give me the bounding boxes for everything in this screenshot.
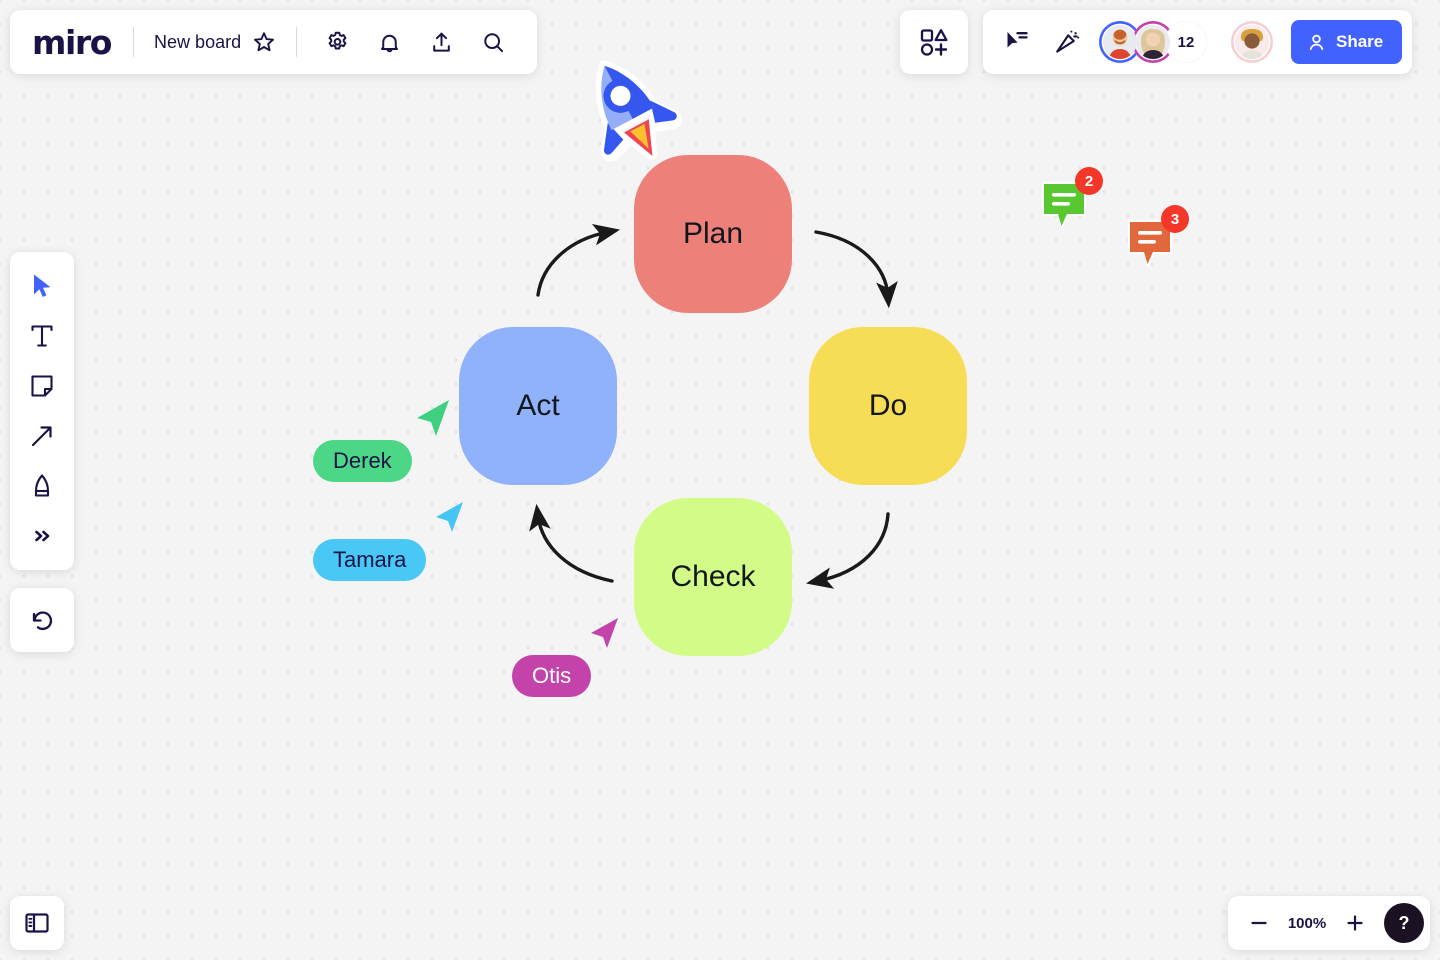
rocket-sticker[interactable] [568,50,688,175]
undo-arrow-icon [32,611,53,631]
board-canvas[interactable]: Plan Do Check Act Derek Tamara Otis 2 3 … [0,0,1440,960]
pen-icon [34,474,50,497]
tool-sticky-note[interactable] [18,362,66,410]
search-icon[interactable] [471,20,515,64]
arrow-plan-to-do [814,230,898,309]
node-do-label: Do [868,389,908,422]
gear-icon[interactable] [315,20,359,64]
upload-icon[interactable] [419,20,463,64]
avatar-current-user[interactable] [1231,21,1273,63]
tool-pen[interactable] [18,462,66,510]
bell-icon[interactable] [367,20,411,64]
left-toolbar [10,252,74,570]
zoom-level-label[interactable]: 100% [1284,915,1330,932]
share-button[interactable]: Share [1291,20,1403,64]
header-icon-group [297,20,515,64]
chevrons-right-icon [35,530,50,542]
node-plan[interactable]: Plan [634,155,792,313]
tool-more[interactable] [18,512,66,560]
comment-pin-green[interactable]: 2 [1038,167,1103,239]
miro-logo[interactable]: miro [32,26,133,59]
arrow-act-to-plan [536,224,621,297]
question-mark-icon: ? [1398,912,1410,933]
person-icon [1306,32,1327,53]
apps-shapes-plus-icon [920,29,948,56]
share-button-label: Share [1336,32,1384,51]
board-name[interactable]: New board [154,32,241,53]
rocket-icon [595,60,682,162]
text-t-icon [31,325,53,347]
overflow-count-label: 12 [1165,21,1207,63]
cursor-icon [34,274,51,297]
name-tag-tamara: Tamara [313,539,427,581]
header-bar: miro New board [10,10,538,74]
cursor-otis [591,618,618,648]
comment-count-badge-green: 2 [1075,167,1103,195]
avatar-image [1235,25,1269,59]
node-do[interactable]: Do [809,327,967,485]
sticky-note-icon [31,375,53,397]
name-tag-tamara-label: Tamara [333,547,407,572]
panel-layout-icon [25,913,49,933]
undo-button[interactable] [10,588,74,652]
avatar-participant-1[interactable] [1099,21,1141,63]
node-check-label: Check [670,560,756,593]
cursor-derek [417,400,449,436]
zoom-out-button[interactable] [1242,906,1276,940]
zoom-controls: 100% ? [1228,896,1430,950]
collaboration-panel: 12 Share [983,10,1413,74]
plus-icon [1347,915,1363,931]
cursor-tamara [436,502,463,532]
avatar-overflow-count[interactable]: 12 [1165,21,1207,63]
name-tag-derek: Derek [313,440,412,482]
name-tag-otis-label: Otis [532,663,572,688]
minus-icon [1251,921,1267,925]
apps-button[interactable] [900,10,968,74]
tool-text[interactable] [18,312,66,360]
node-plan-label: Plan [682,217,744,250]
participant-avatar-stack: 12 [1099,21,1207,63]
tool-select-cursor[interactable] [18,262,66,310]
zoom-in-button[interactable] [1338,906,1372,940]
avatar-image [1103,25,1137,59]
comment-pin-orange[interactable]: 3 [1124,205,1189,277]
favorite-star-icon[interactable] [252,30,276,54]
arrow-check-to-act [529,503,614,583]
connector-arrows-layer [529,224,898,589]
sidebar-toggle-button[interactable] [10,896,64,950]
board-name-group[interactable]: New board [134,30,296,54]
comment-count-badge-orange: 3 [1161,205,1189,233]
node-check[interactable]: Check [634,498,792,656]
arrow-icon [31,426,52,447]
avatar-participant-2[interactable] [1132,21,1174,63]
party-popper-icon[interactable] [1047,22,1087,62]
name-tag-derek-label: Derek [333,448,392,473]
node-act-label: Act [516,389,560,422]
help-button[interactable]: ? [1384,903,1424,943]
name-tag-otis: Otis [512,655,592,697]
tool-arrow[interactable] [18,412,66,460]
node-act[interactable]: Act [459,327,617,485]
arrow-do-to-check [806,512,890,589]
avatar-image [1136,25,1170,59]
collaborator-cursors-icon[interactable] [997,22,1037,62]
